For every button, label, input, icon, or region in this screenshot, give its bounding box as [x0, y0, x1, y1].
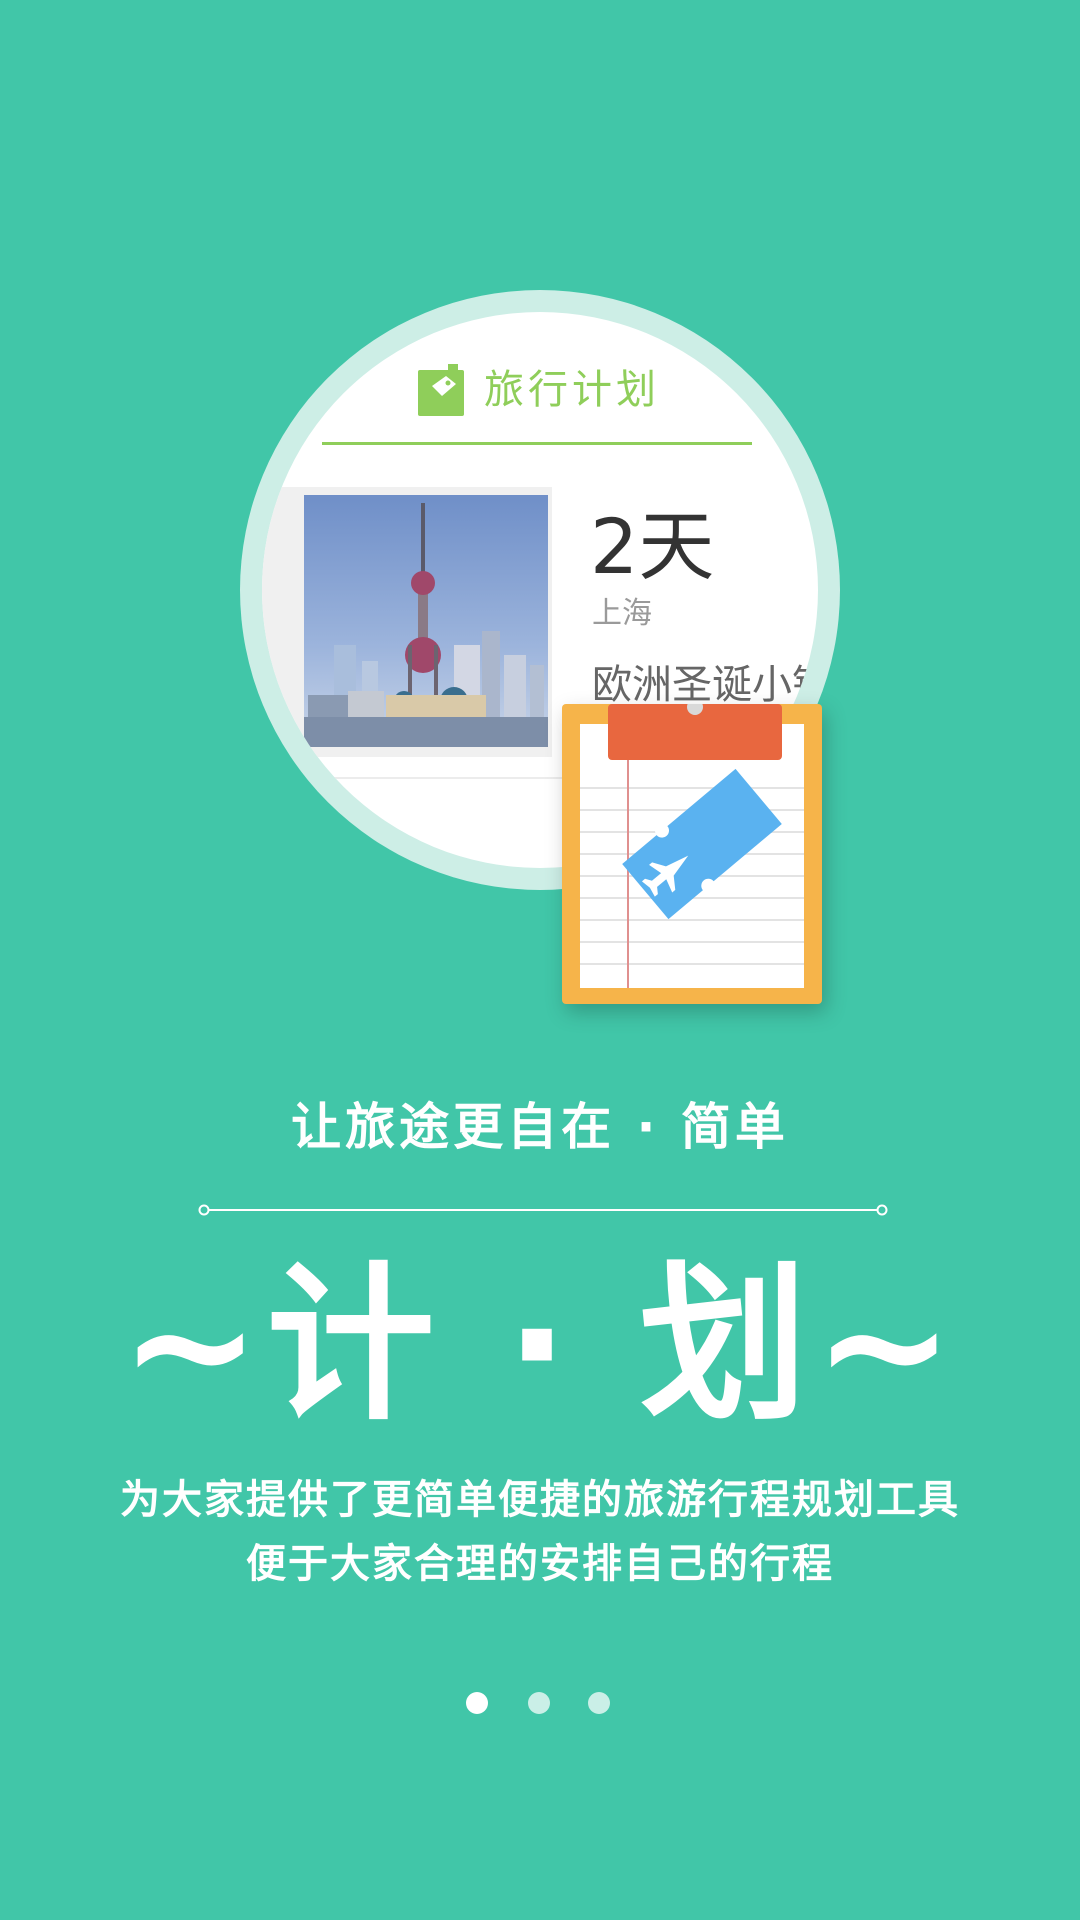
- page-dot-2[interactable]: [528, 1692, 550, 1714]
- shanghai-skyline-photo: [304, 495, 548, 747]
- plan-header-divider: [322, 442, 752, 445]
- onboarding-screen: 旅行计划 2天 上海 欧洲圣诞小镇 让旅途更自在 · 简单 ~计 · 划~ 为大…: [0, 0, 1080, 1920]
- trip-photo-frame: [262, 487, 552, 757]
- page-indicator: [466, 1692, 616, 1716]
- plan-header: 旅行计划: [262, 312, 818, 434]
- plan-title: 旅行计划: [484, 367, 660, 413]
- trip-days: 2天: [590, 502, 715, 591]
- page-dot-1[interactable]: [466, 1692, 488, 1714]
- tagline: 让旅途更自在 · 简单: [291, 1098, 789, 1156]
- decorative-divider: [198, 1204, 888, 1216]
- description-line-2: 便于大家合理的安排自己的行程: [246, 1541, 834, 1587]
- tag-icon: [418, 364, 464, 416]
- page-dot-3[interactable]: [588, 1692, 610, 1714]
- description-line-1: 为大家提供了更简单便捷的旅游行程规划工具: [120, 1477, 960, 1523]
- feature-headline: ~计 · 划~: [119, 1247, 961, 1443]
- clipboard-icon: [562, 704, 822, 1004]
- trip-city: 上海: [592, 596, 652, 631]
